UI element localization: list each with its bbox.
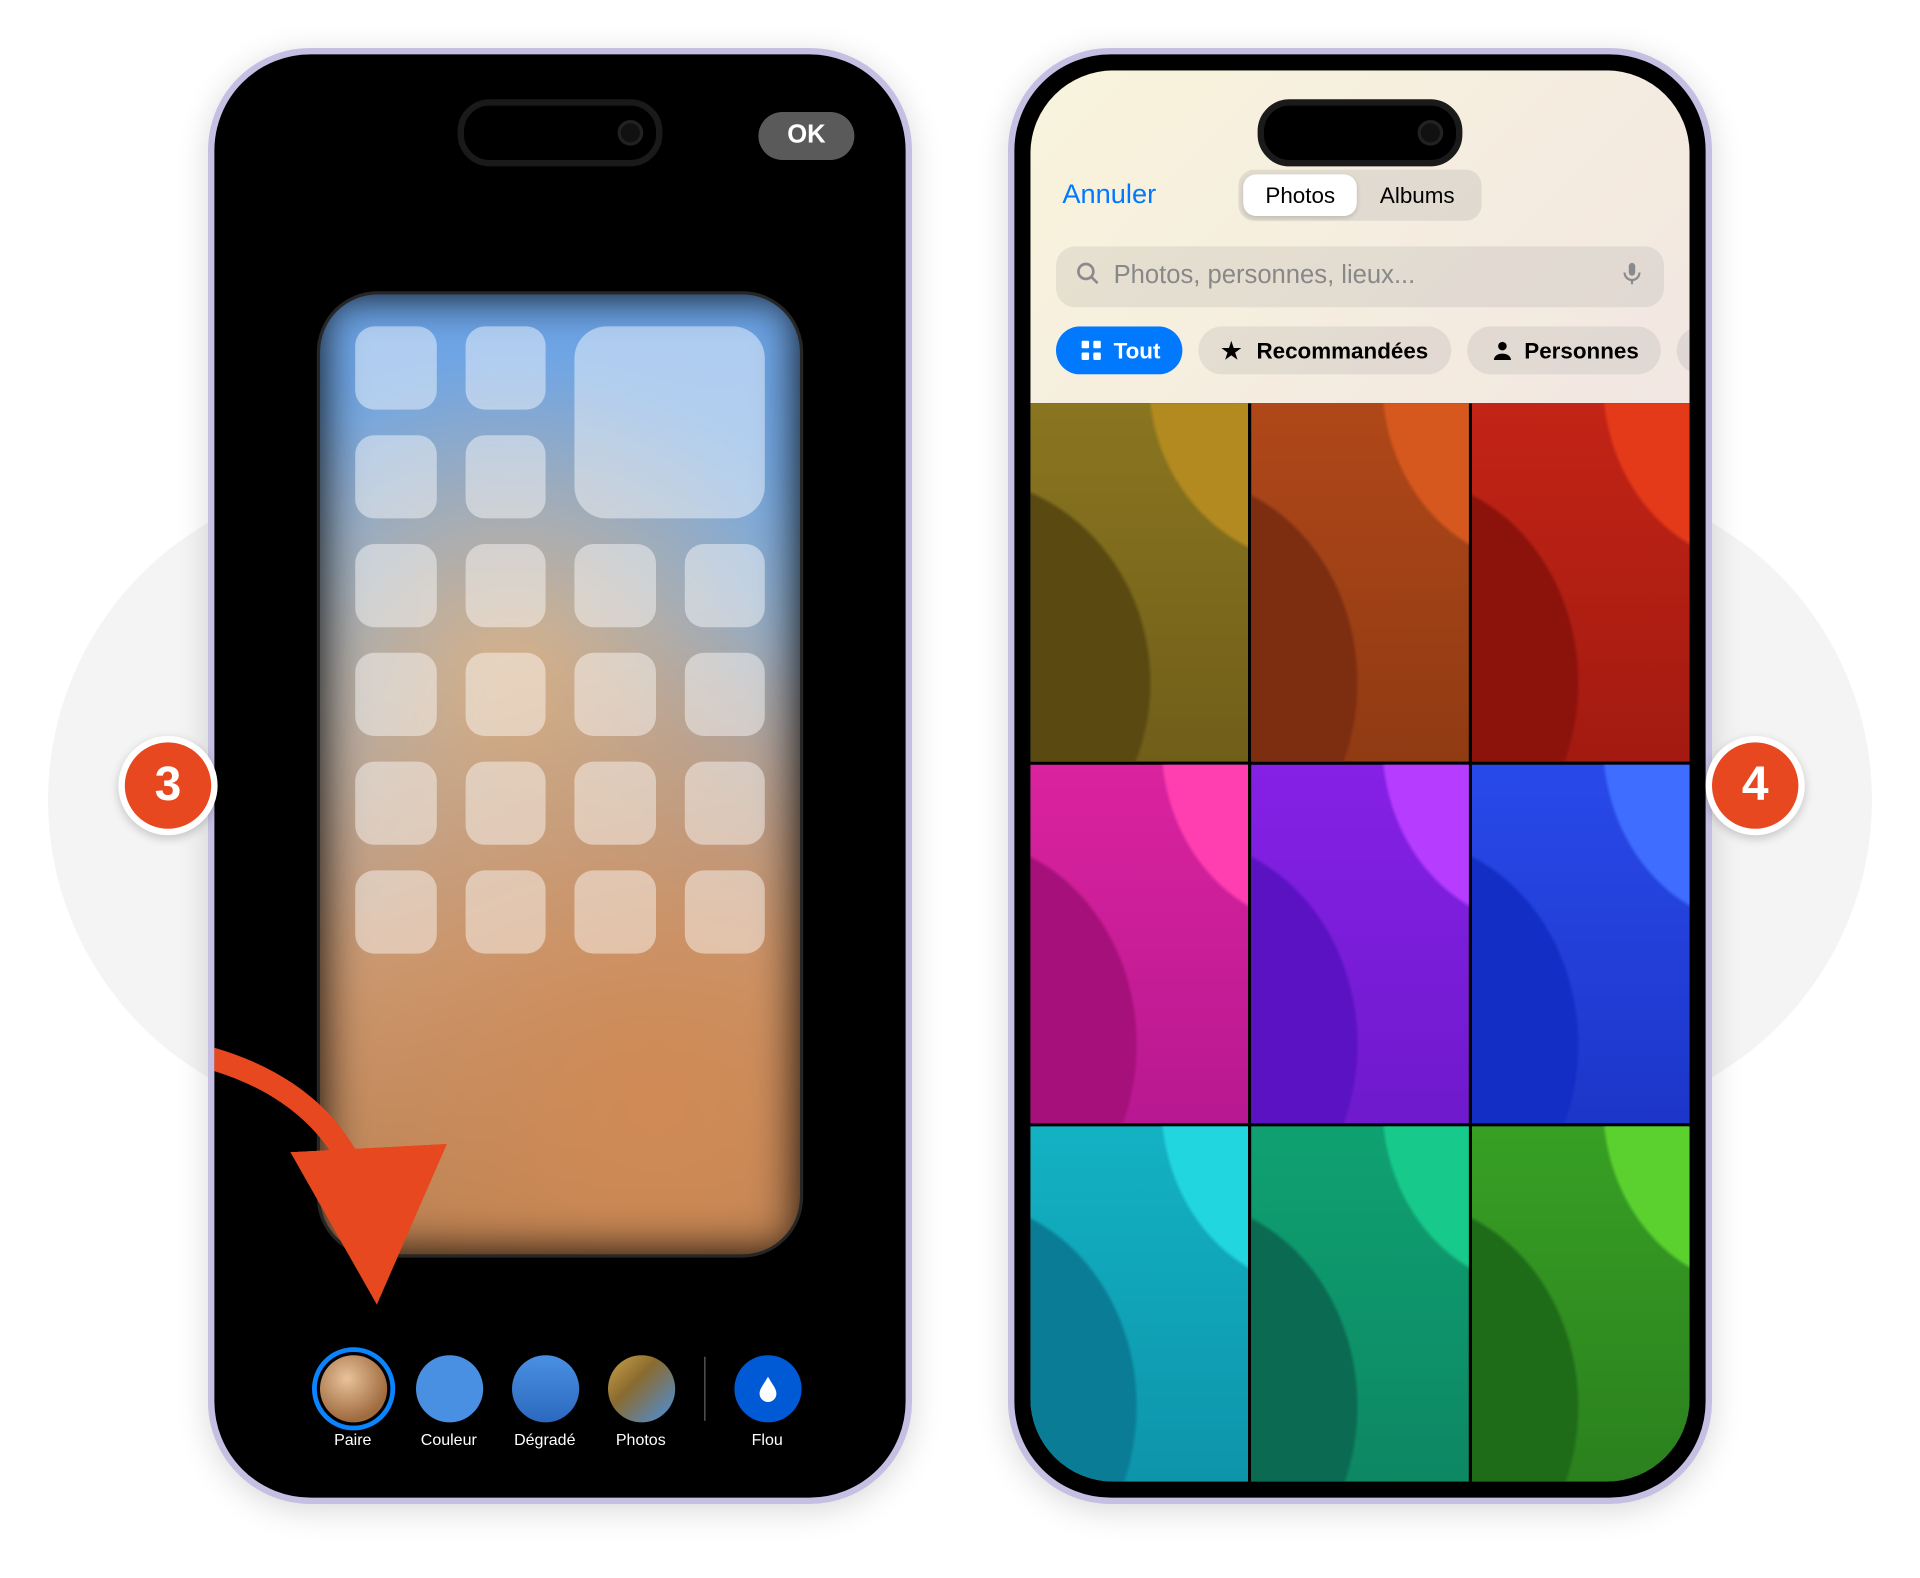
dynamic-island	[1258, 99, 1463, 166]
star-icon: ★	[1221, 338, 1247, 364]
home-screen-preview	[320, 294, 800, 1254]
phone-mockup-right: Annuler Photos Albums Photos, personnes,…	[1008, 48, 1712, 1504]
segment-albums[interactable]: Albums	[1358, 174, 1478, 216]
grid-icon	[1078, 338, 1104, 364]
wallpaper-options-row: Paire Couleur Dégradé Photos	[230, 1355, 889, 1449]
option-flou[interactable]: Flou	[734, 1355, 801, 1449]
photo-thumbnail[interactable]	[1030, 1126, 1248, 1481]
photo-thumbnail[interactable]	[1251, 403, 1469, 761]
degrade-swatch-icon	[511, 1355, 578, 1422]
chip-label: Recommandées	[1256, 338, 1428, 364]
option-label: Paire	[334, 1432, 371, 1450]
microphone-icon[interactable]	[1619, 257, 1645, 297]
photo-thumbnail[interactable]	[1030, 403, 1248, 761]
paire-swatch-icon	[319, 1355, 386, 1422]
photo-thumbnail[interactable]	[1472, 1126, 1690, 1481]
photo-picker-sheet: Annuler Photos Albums Photos, personnes,…	[1030, 70, 1689, 1481]
search-input[interactable]: Photos, personnes, lieux...	[1056, 246, 1664, 307]
step-badge-4: 4	[1706, 736, 1805, 835]
option-photos[interactable]: Photos	[607, 1355, 674, 1449]
photo-thumbnail[interactable]	[1030, 765, 1248, 1123]
couleur-swatch-icon	[415, 1355, 482, 1422]
chip-featured[interactable]: ★ Recommandées	[1199, 326, 1451, 374]
chip-pets-partial[interactable]: 🐾 A	[1677, 326, 1689, 374]
dynamic-island	[458, 99, 663, 166]
search-placeholder: Photos, personnes, lieux...	[1114, 262, 1416, 291]
photo-thumbnail[interactable]	[1251, 765, 1469, 1123]
option-degrade[interactable]: Dégradé	[511, 1355, 578, 1449]
person-icon	[1489, 338, 1515, 364]
option-label: Photos	[616, 1432, 666, 1450]
filter-chip-row: Tout ★ Recommandées Personnes 🐾 A	[1056, 326, 1690, 374]
phone-mockup-left: OK	[208, 48, 912, 1504]
chip-label: Personnes	[1524, 338, 1639, 364]
picker-nav-bar: Annuler Photos Albums	[1030, 163, 1689, 227]
chip-people[interactable]: Personnes	[1467, 326, 1662, 374]
app-icon-placeholder	[465, 435, 546, 518]
widget-placeholder	[574, 326, 764, 518]
photo-grid	[1030, 403, 1689, 1481]
separator	[703, 1356, 705, 1420]
chip-all[interactable]: Tout	[1056, 326, 1183, 374]
option-paire[interactable]: Paire	[319, 1355, 386, 1449]
option-label: Couleur	[421, 1432, 477, 1450]
flou-droplet-icon	[734, 1355, 801, 1422]
step-badge-3: 3	[118, 736, 217, 835]
app-icon-placeholder	[355, 326, 436, 409]
app-icon-placeholder	[465, 326, 546, 409]
app-icon-placeholder	[355, 435, 436, 518]
segment-photos[interactable]: Photos	[1243, 174, 1358, 216]
photo-thumbnail[interactable]	[1251, 1126, 1469, 1481]
photo-thumbnail[interactable]	[1472, 403, 1690, 761]
chip-label: Tout	[1114, 338, 1161, 364]
photos-swatch-icon	[607, 1355, 674, 1422]
search-icon	[1075, 260, 1101, 294]
option-label: Dégradé	[514, 1432, 575, 1450]
cancel-button[interactable]: Annuler	[1062, 179, 1156, 211]
option-couleur[interactable]: Couleur	[415, 1355, 482, 1449]
photo-thumbnail[interactable]	[1472, 765, 1690, 1123]
ok-button[interactable]: OK	[758, 112, 854, 160]
photos-albums-segment[interactable]: Photos Albums	[1238, 170, 1482, 221]
option-label: Flou	[752, 1432, 783, 1450]
